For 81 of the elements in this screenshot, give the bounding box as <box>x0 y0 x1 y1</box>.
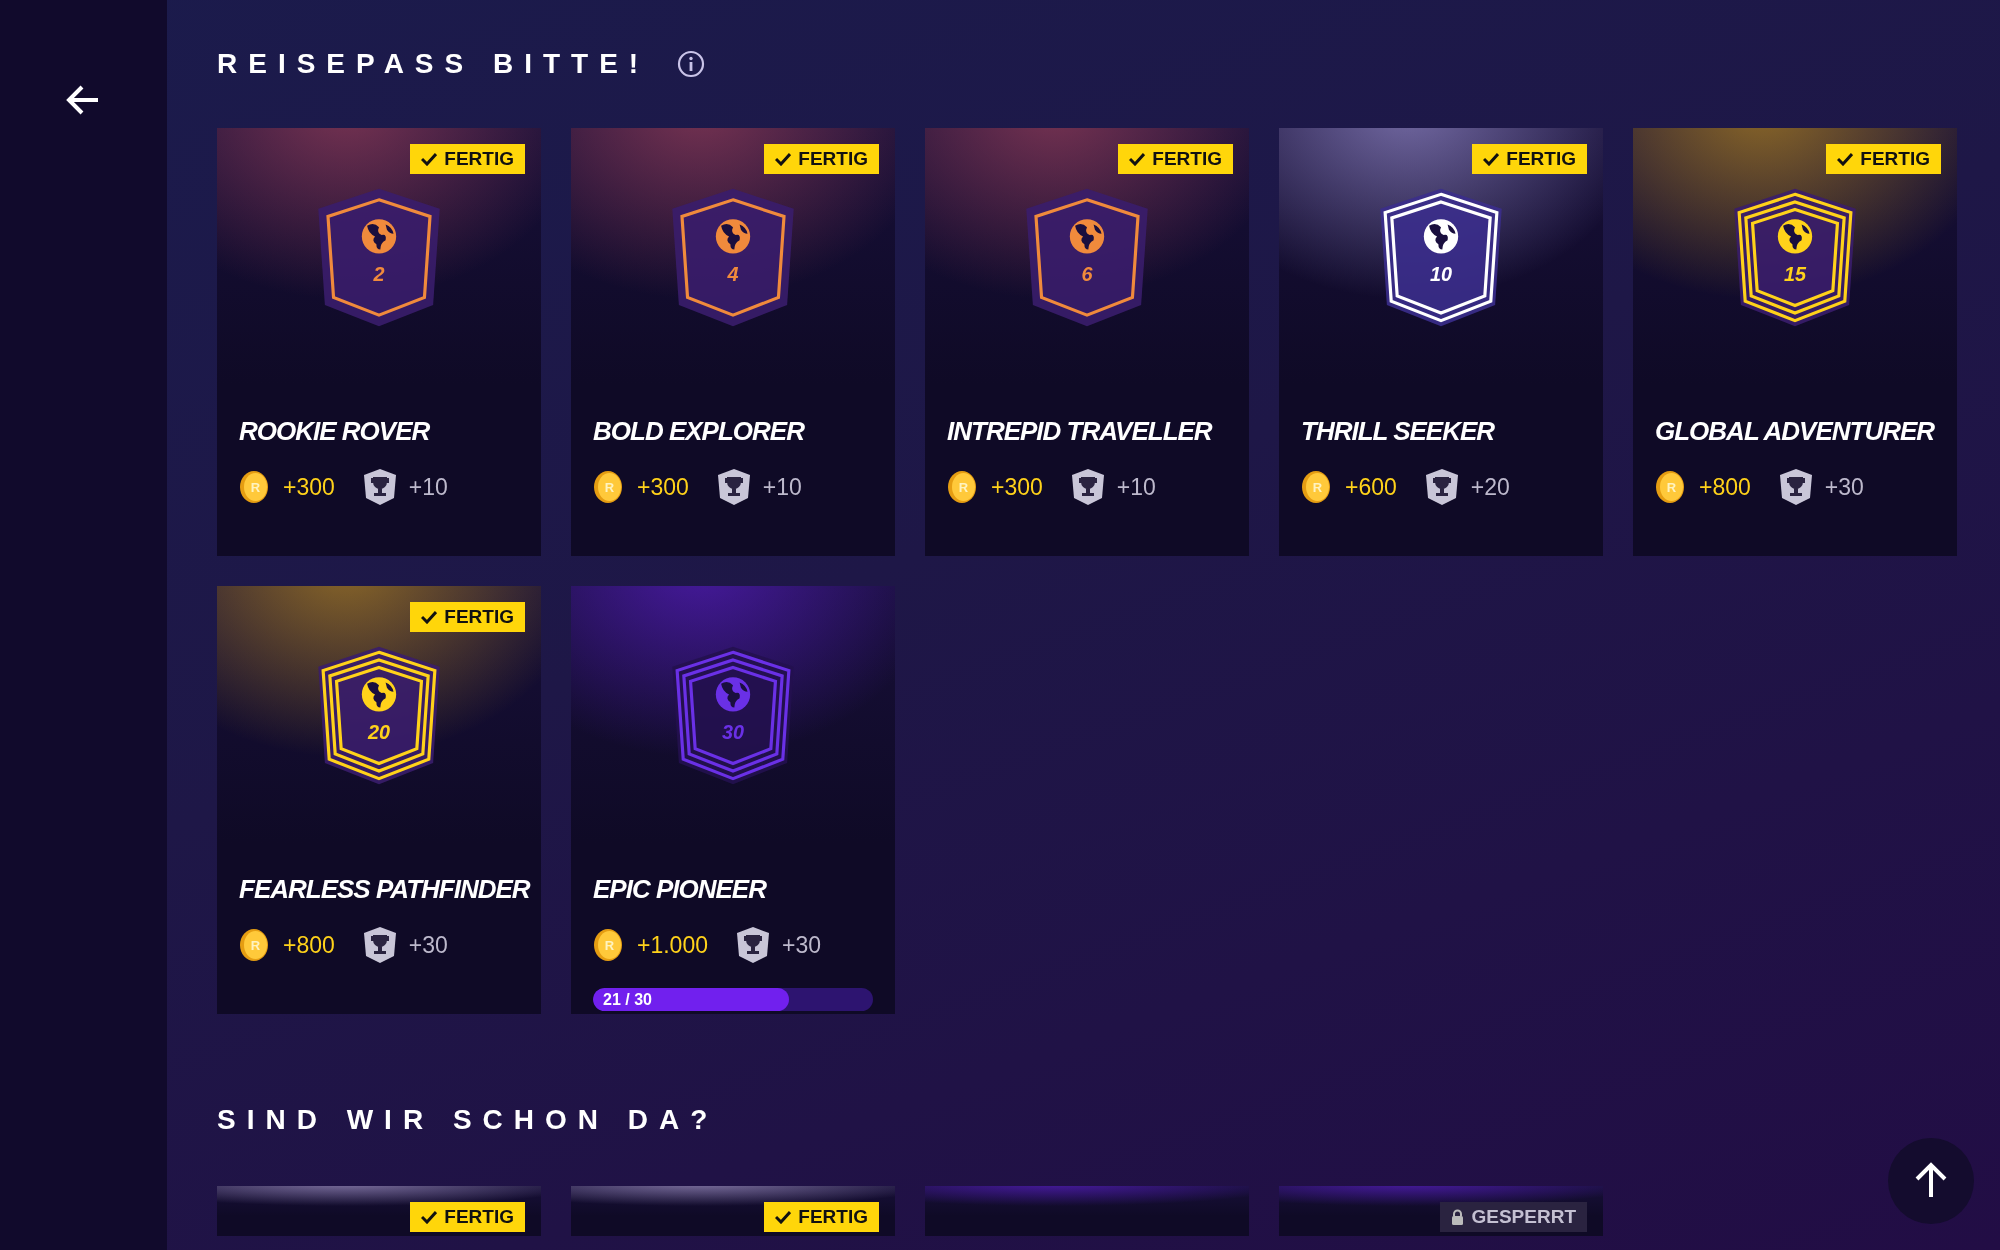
check-icon <box>775 152 792 166</box>
coin-icon: R <box>239 470 269 504</box>
lock-icon <box>1451 1209 1465 1225</box>
check-icon <box>421 610 438 624</box>
card-title: FEARLESS PATHFINDER <box>239 873 532 906</box>
badge-number: 10 <box>1430 263 1452 286</box>
trophy-icon <box>362 468 397 506</box>
coin-reward: +600 <box>1345 473 1397 501</box>
badge-number: 20 <box>368 721 390 744</box>
globe-icon <box>715 219 751 254</box>
section-title: REISEPASS BITTE! <box>217 48 650 80</box>
card-title: GLOBAL ADVENTURER <box>1655 415 1936 448</box>
coin-icon: R <box>1301 470 1331 504</box>
achievement-card[interactable]: FERTIG 4 BOLD EXPLORER R +300 +10 <box>571 128 895 556</box>
trophy-reward: +30 <box>1824 473 1864 501</box>
badge-number: 15 <box>1784 263 1806 286</box>
achievement-card[interactable]: FERTIG 10 THRILL SEEKER R +600 +20 <box>1279 128 1603 556</box>
achievement-card[interactable]: FERTIG <box>571 1186 895 1236</box>
trophy-icon <box>1778 468 1813 506</box>
coin-icon: R <box>593 470 623 504</box>
trophy-reward: +30 <box>408 931 448 959</box>
check-icon <box>421 1210 438 1224</box>
status-badge: FERTIG <box>1472 144 1587 174</box>
card-title: EPIC PIONEER <box>593 873 768 906</box>
coin-icon: R <box>593 928 623 962</box>
status-badge: FERTIG <box>410 602 525 632</box>
achievement-card[interactable]: FERTIG 20 FEARLESS PATHFINDER R +800 +30 <box>217 586 541 1014</box>
achievement-card[interactable]: FERTIG 2 ROOKIE ROVER R +300 +10 <box>217 128 541 556</box>
trophy-icon <box>736 926 770 964</box>
status-badge: FERTIG <box>764 144 879 174</box>
globe-icon <box>1777 219 1813 254</box>
achievement-card[interactable]: FERTIG 6 INTREPID TRAVELLER R +300 +10 <box>925 128 1249 556</box>
status-badge: FERTIG <box>1826 144 1941 174</box>
progress-text: 21 / 30 <box>602 991 652 1008</box>
check-icon <box>775 1210 792 1224</box>
badge-number: 2 <box>373 263 385 286</box>
globe-icon <box>361 219 397 254</box>
coin-reward: +300 <box>991 473 1043 501</box>
achievement-card[interactable]: FERTIG <box>217 1186 541 1236</box>
section-title: SIND WIR SCHON DA? <box>217 1104 719 1136</box>
coin-reward: +800 <box>283 931 335 959</box>
achievement-card[interactable]: FERTIG 15 GLOBAL ADVENTURER R +800 +30 <box>1633 128 1957 556</box>
trophy-icon <box>1070 468 1105 506</box>
coin-reward: +300 <box>637 473 689 501</box>
globe-icon <box>715 677 751 712</box>
coin-icon: R <box>239 928 269 962</box>
achievement-card[interactable]: GESPERRT <box>1279 1186 1603 1236</box>
status-badge: FERTIG <box>1118 144 1233 174</box>
trophy-icon <box>362 926 397 964</box>
trophy-reward: +10 <box>1116 473 1156 501</box>
status-badge: FERTIG <box>410 144 525 174</box>
check-icon <box>1129 152 1146 166</box>
status-badge: GESPERRT <box>1440 1202 1587 1232</box>
trophy-reward: +10 <box>408 473 448 501</box>
check-icon <box>421 152 438 166</box>
globe-icon <box>1069 219 1105 254</box>
coin-icon: R <box>1655 470 1685 504</box>
coin-icon: R <box>947 470 977 504</box>
card-title: INTREPID TRAVELLER <box>947 415 1214 448</box>
achievement-card[interactable]: 30 EPIC PIONEER R +1.000 +30 21 / 30 <box>571 586 895 1014</box>
coin-reward: +300 <box>283 473 335 501</box>
trophy-reward: +30 <box>782 931 821 959</box>
card-title: BOLD EXPLORER <box>593 415 806 448</box>
trophy-reward: +10 <box>762 473 802 501</box>
trophy-icon <box>716 468 751 506</box>
trophy-icon <box>1424 468 1459 506</box>
badge-number: 30 <box>722 721 744 744</box>
check-icon <box>1483 152 1500 166</box>
card-title: THRILL SEEKER <box>1301 415 1496 448</box>
globe-icon <box>1423 219 1459 254</box>
coin-reward: +1.000 <box>637 931 708 959</box>
globe-icon <box>361 677 397 712</box>
badge-number: 6 <box>1081 263 1093 286</box>
trophy-reward: +20 <box>1470 473 1510 501</box>
info-icon[interactable] <box>677 50 706 78</box>
status-badge: FERTIG <box>410 1202 525 1232</box>
check-icon <box>1837 152 1854 166</box>
badge-number: 4 <box>727 263 739 286</box>
status-badge: FERTIG <box>764 1202 879 1232</box>
coin-reward: +800 <box>1699 473 1751 501</box>
card-title: ROOKIE ROVER <box>239 415 431 448</box>
